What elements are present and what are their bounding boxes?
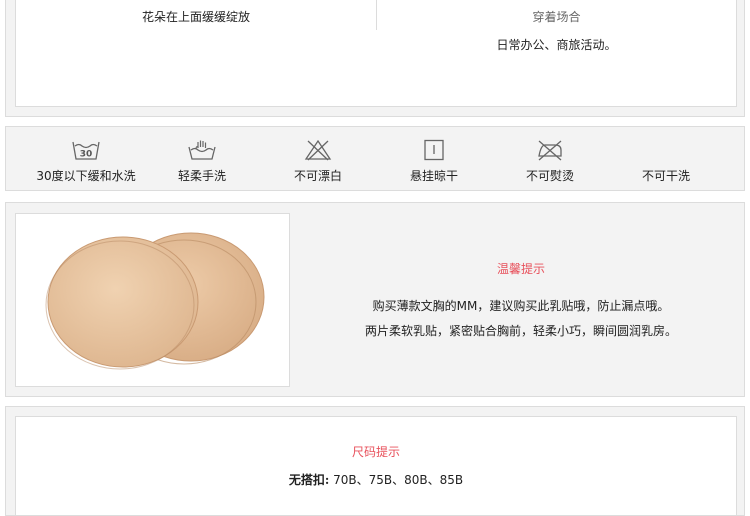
tips-line-2: 两片柔软乳贴，紧密贴合胸前，轻柔小巧，瞬间圆润乳房。 [364, 324, 677, 338]
tips-panel: 温馨提示 购买薄款文胸的MM，建议购买此乳贴哦，防止漏点哦。 两片柔软乳贴，紧密… [5, 202, 745, 397]
no-dry-clean-icon [608, 139, 724, 161]
size-title: 尺码提示 [351, 445, 400, 459]
wear-occasion-title: 穿着场合 [532, 10, 581, 24]
size-line: 无搭扣: 70B、75B、80B、85B [16, 471, 736, 488]
no-iron-icon [538, 140, 562, 161]
product-info-box: 花朵在上面缓缓绽放 穿着场合 日常办公、商旅活动。 [15, 0, 737, 107]
size-values: 70B、75B、80B、85B [329, 473, 464, 487]
nipple-pad-image [45, 232, 265, 370]
care-item-wash-30: 30 30度以下缓和水洗 [28, 139, 144, 184]
care-instructions-panel: 30 30度以下缓和水洗 轻柔手洗 不可漂白 悬挂晾干 不可熨烫 不可干洗 [5, 126, 745, 191]
tips-line-1: 购买薄款文胸的MM，建议购买此乳贴哦，防止漏点哦。 [372, 299, 670, 313]
care-label-no-bleach: 不可漂白 [293, 169, 342, 183]
hand-wash-icon [188, 140, 216, 160]
product-image-frame [15, 213, 290, 387]
size-label: 无搭扣: [288, 473, 330, 487]
hang-dry-icon [424, 139, 444, 161]
product-info-panel: 花朵在上面缓缓绽放 穿着场合 日常办公、商旅活动。 [5, 0, 745, 117]
care-item-no-dry-clean: 不可干洗 [608, 139, 724, 184]
care-label-hand-wash: 轻柔手洗 [177, 169, 226, 183]
care-item-hand-wash: 轻柔手洗 [144, 139, 260, 184]
tips-title: 温馨提示 [496, 262, 545, 276]
wash-temp-text: 30 [80, 150, 93, 160]
care-label-wash-30: 30度以下缓和水洗 [36, 169, 136, 183]
no-bleach-icon [304, 139, 332, 161]
care-item-hang-dry: 悬挂晾干 [376, 139, 492, 184]
care-label-hang-dry: 悬挂晾干 [409, 169, 458, 183]
feature-text: 花朵在上面缓缓绽放 [141, 10, 250, 24]
care-item-no-iron: 不可熨烫 [492, 139, 608, 184]
wash-30-icon: 30 [72, 141, 100, 160]
wear-occasion-value: 日常办公、商旅活动。 [496, 38, 617, 52]
care-label-no-dry-clean: 不可干洗 [641, 169, 690, 183]
care-item-no-bleach: 不可漂白 [260, 139, 376, 184]
care-label-no-iron: 不可熨烫 [525, 169, 574, 183]
size-box: 尺码提示 无搭扣: 70B、75B、80B、85B [15, 416, 737, 516]
